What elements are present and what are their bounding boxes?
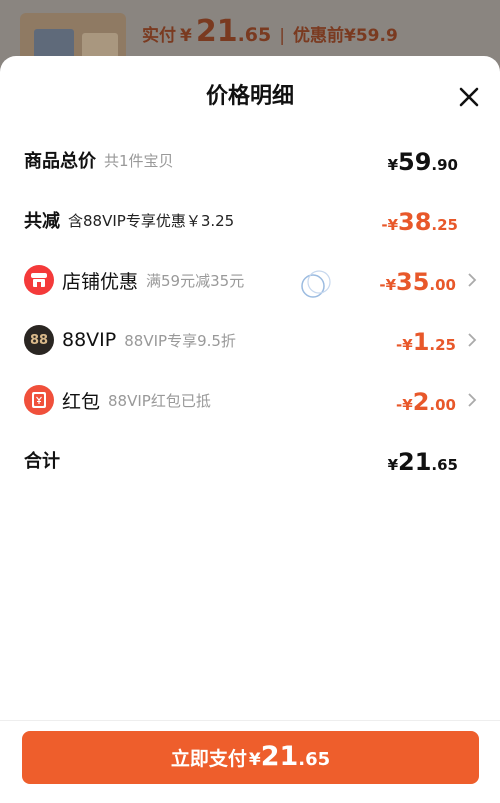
- pay-yen: ¥: [248, 750, 261, 770]
- pay-amount-dec: .65: [298, 749, 331, 770]
- close-button[interactable]: [456, 84, 482, 110]
- store-icon: [24, 265, 54, 295]
- pay-now-button[interactable]: 立即支付 ¥ 21 .65: [22, 731, 479, 784]
- red-envelope-label: 红包: [62, 390, 101, 413]
- total-discount-int: 38: [398, 208, 432, 236]
- store-discount-int: 35: [396, 268, 430, 296]
- grand-total-label: 合计: [24, 451, 60, 472]
- grand-total-yen: ¥: [387, 456, 399, 474]
- red-envelope-yen: -¥: [396, 396, 413, 414]
- close-icon: [459, 87, 479, 107]
- paid-amount-int: 21: [195, 14, 238, 49]
- goods-count: 共1件宝贝: [104, 151, 174, 170]
- row-grand-total: 合计 ¥ 21 .65: [0, 440, 500, 480]
- price-detail-sheet: 价格明细 商品总价 共1件宝贝 ¥ 59 .90 共减 含88VIP专享优惠￥3…: [0, 56, 500, 803]
- paid-amount-dec: .65: [237, 24, 272, 46]
- goods-total-yen: ¥: [387, 156, 399, 174]
- sheet-title: 价格明细: [205, 84, 294, 109]
- original-price: 优惠前¥59.9: [293, 26, 398, 46]
- store-discount-rule: 满59元减35元: [146, 271, 245, 290]
- pay-amount-int: 21: [260, 741, 299, 772]
- goods-total-label: 商品总价: [24, 151, 96, 172]
- paid-label: 实付: [142, 26, 176, 46]
- goods-total-int: 59: [398, 148, 432, 176]
- vip-rule: 88VIP专享9.5折: [124, 331, 236, 350]
- row-store-discount[interactable]: 店铺优惠 满59元减35元 -¥ 35 .00: [0, 260, 500, 300]
- red-envelope-icon: [24, 385, 54, 415]
- row-total-discount: 共减 含88VIP专享优惠￥3.25 -¥ 38 .25: [0, 200, 500, 240]
- red-envelope-note: 88VIP红包已抵: [108, 391, 211, 410]
- paid-yen: ¥: [180, 26, 192, 46]
- store-discount-yen: -¥: [379, 276, 397, 294]
- vip88-icon: 88: [24, 325, 54, 355]
- total-discount-label: 共减: [24, 211, 60, 232]
- grand-total-int: 21: [398, 448, 432, 476]
- store-discount-dec: .00: [429, 276, 456, 294]
- red-envelope-dec: .00: [429, 396, 456, 414]
- total-discount-yen: -¥: [381, 216, 399, 234]
- divider: |: [279, 26, 285, 46]
- vip-discount-int: 1: [412, 328, 430, 356]
- chevron-right-icon: [466, 392, 478, 408]
- vip-label: 88VIP: [62, 329, 117, 351]
- vip-discount-yen: -¥: [396, 336, 413, 354]
- total-discount-note: 含88VIP专享优惠￥3.25: [68, 211, 235, 230]
- row-red-envelope[interactable]: 红包 88VIP红包已抵 -¥ 2 .00: [0, 380, 500, 420]
- chevron-right-icon: [466, 332, 478, 348]
- row-goods-total: 商品总价 共1件宝贝 ¥ 59 .90: [0, 140, 500, 180]
- pay-label: 立即支付: [170, 748, 247, 770]
- loading-spinner-icon: [301, 270, 331, 298]
- red-envelope-int: 2: [412, 388, 430, 416]
- grand-total-dec: .65: [431, 456, 458, 474]
- row-88vip-discount[interactable]: 88 88VIP 88VIP专享9.5折 -¥ 1 .25: [0, 320, 500, 360]
- vip-discount-dec: .25: [429, 336, 456, 354]
- total-discount-dec: .25: [431, 216, 458, 234]
- chevron-right-icon: [466, 272, 478, 288]
- background-price-summary: 实付 ¥ 21 .65 | 优惠前¥59.9: [142, 14, 398, 49]
- store-discount-label: 店铺优惠: [62, 270, 139, 293]
- sheet-footer: 立即支付 ¥ 21 .65: [0, 720, 500, 803]
- goods-total-dec: .90: [431, 156, 458, 174]
